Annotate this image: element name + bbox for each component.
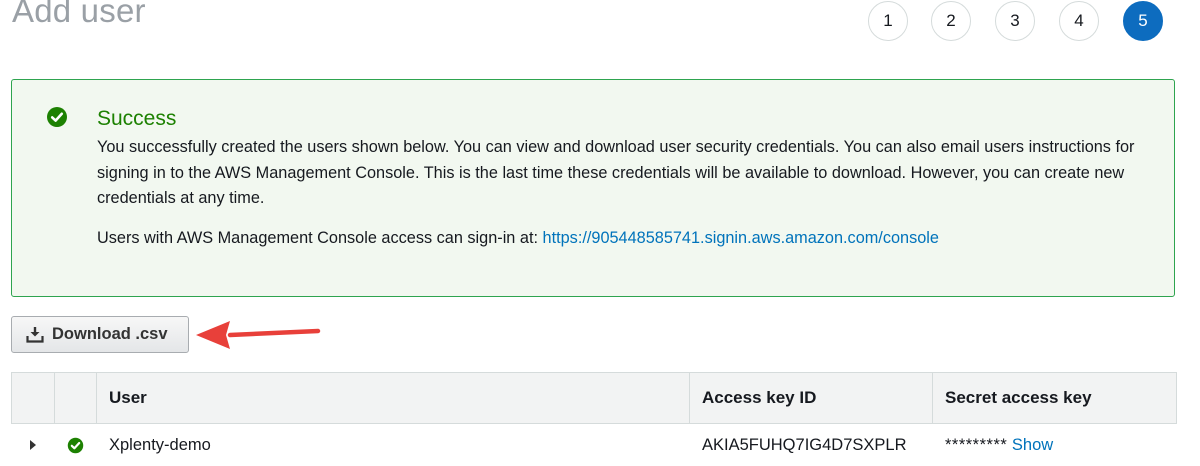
expand-caret-icon[interactable] (30, 440, 36, 450)
download-icon (26, 326, 44, 343)
success-message: You successfully created the users shown… (97, 135, 1157, 212)
download-csv-label: Download .csv (52, 325, 168, 344)
check-circle-icon (67, 437, 84, 454)
download-csv-button[interactable]: Download .csv (11, 316, 189, 353)
console-signin-link[interactable]: https://905448585741.signin.aws.amazon.c… (543, 229, 939, 247)
access-key-id-cell: AKIA5FUHQ7IG4D7SXPLR (690, 424, 933, 466)
secret-access-key-cell: ********* Show (933, 424, 1177, 466)
check-circle-icon (46, 106, 68, 128)
page-title: Add user (12, 0, 146, 30)
step-1[interactable]: 1 (868, 1, 908, 41)
console-signin-line: Users with AWS Management Console access… (97, 229, 939, 248)
step-5-active[interactable]: 5 (1123, 1, 1163, 41)
success-title: Success (97, 107, 176, 131)
column-header-access-key-id[interactable]: Access key ID (690, 373, 933, 424)
status-cell (55, 424, 97, 466)
secret-mask: ********* (945, 436, 1007, 454)
header-status-cell (55, 373, 97, 424)
column-header-secret-access-key[interactable]: Secret access key (933, 373, 1177, 424)
user-name-cell: Xplenty-demo (97, 424, 690, 466)
table-row: Xplenty-demo AKIA5FUHQ7IG4D7SXPLR ******… (12, 424, 1177, 466)
step-4[interactable]: 4 (1059, 1, 1099, 41)
header-expand-cell (12, 373, 55, 424)
red-arrow-icon (190, 315, 322, 355)
expand-cell (12, 424, 55, 466)
table-header-row: User Access key ID Secret access key (12, 373, 1177, 424)
show-secret-link[interactable]: Show (1012, 436, 1053, 454)
success-alert: Success You successfully created the use… (11, 79, 1175, 297)
console-signin-prefix: Users with AWS Management Console access… (97, 229, 543, 247)
users-table: User Access key ID Secret access key Xpl… (11, 372, 1177, 466)
step-3[interactable]: 3 (995, 1, 1035, 41)
step-2[interactable]: 2 (931, 1, 971, 41)
column-header-user[interactable]: User (97, 373, 690, 424)
